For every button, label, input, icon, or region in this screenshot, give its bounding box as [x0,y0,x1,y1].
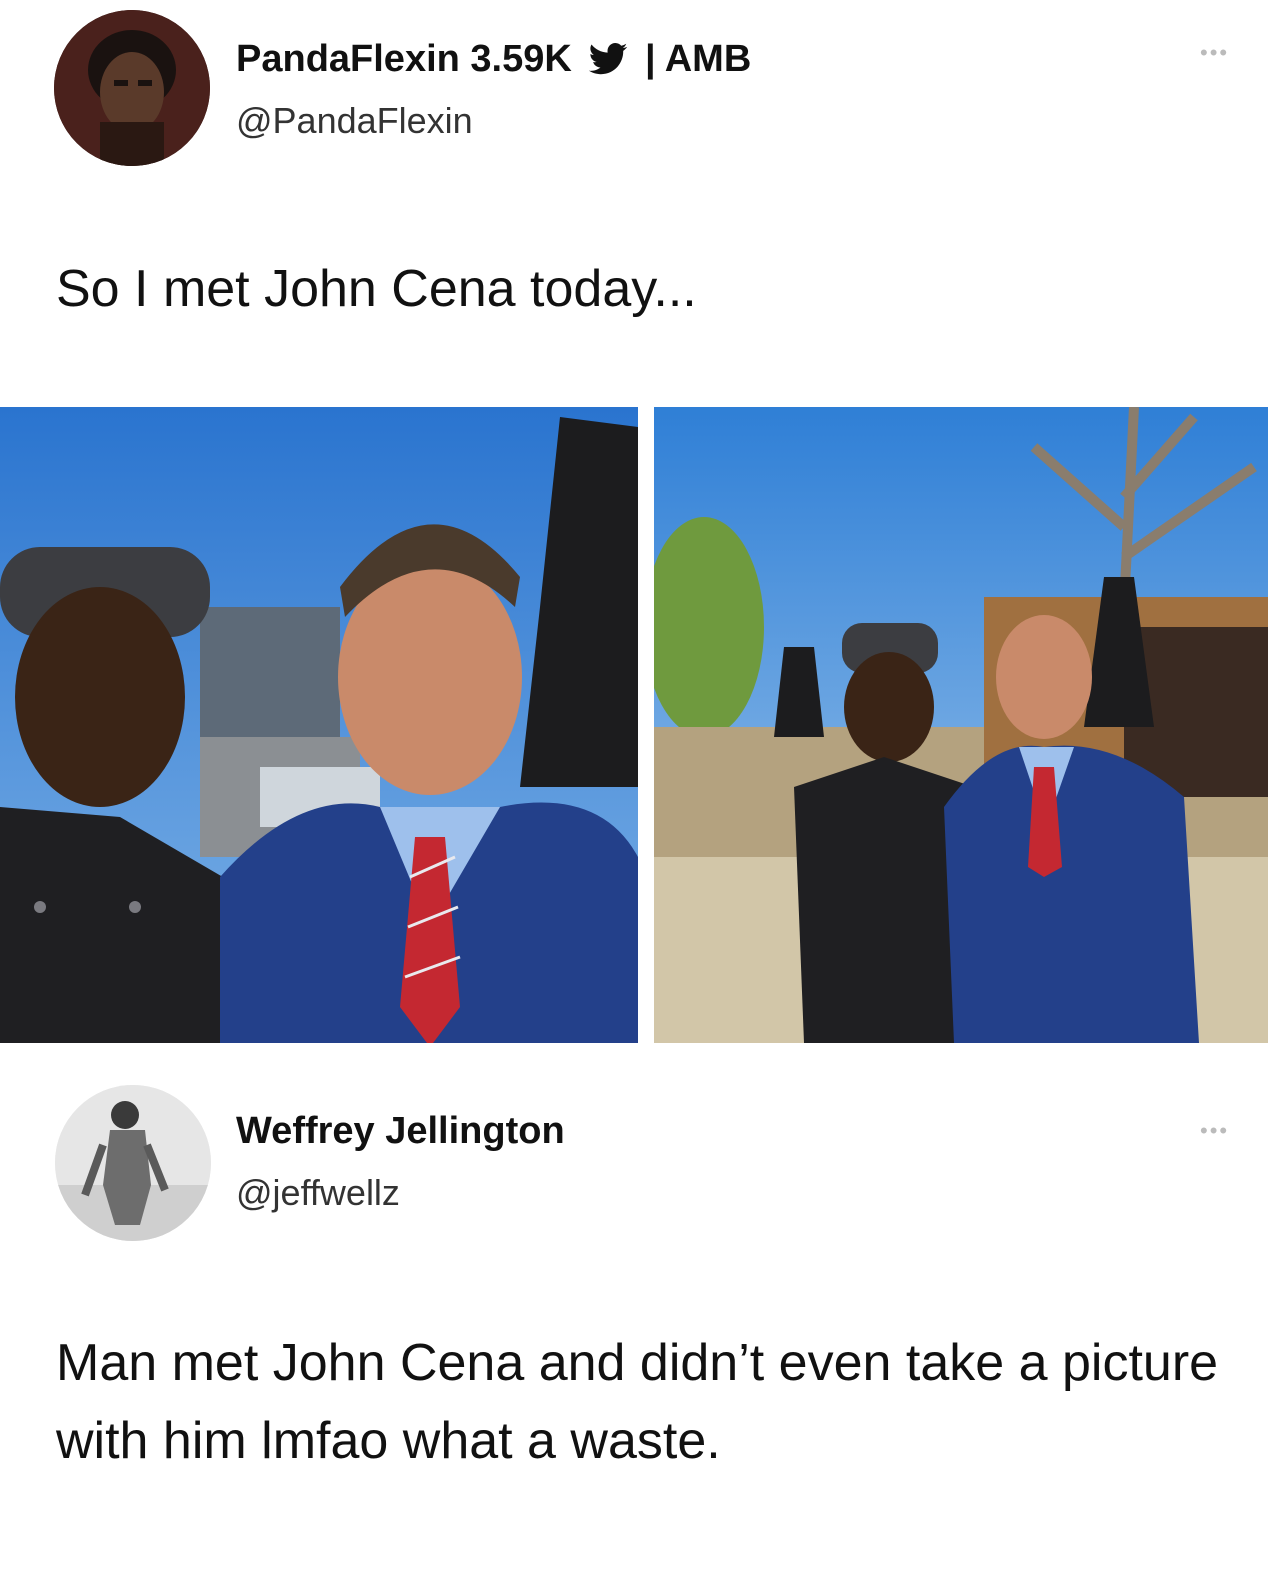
reply-avatar-portrait-icon [55,1085,211,1241]
avatar-portrait-icon [54,10,210,166]
reply-tweet-text: Man met John Cena and didn’t even take a… [56,1334,1219,1470]
display-name[interactable]: PandaFlexin 3.59K | AMB [236,38,751,85]
tweet-photo-closeup[interactable] [0,407,638,1043]
reply-user-handle[interactable]: @jeffwellz [236,1172,400,1214]
original-tweet: PandaFlexin 3.59K | AMB @PandaFlexin •••… [0,0,1284,1070]
twitter-bird-icon [588,42,628,85]
tweet-text: So I met John Cena today... [56,260,697,318]
more-options-icon[interactable]: ••• [1200,40,1229,66]
user-avatar[interactable] [54,10,210,166]
reply-user-avatar[interactable] [55,1085,211,1241]
tweet-photo-fullview[interactable] [654,407,1268,1043]
display-name-text: PandaFlexin 3.59K [236,38,572,80]
display-name-suffix: | AMB [644,38,752,80]
photo-fullview-image [654,407,1268,1043]
user-handle[interactable]: @PandaFlexin [236,100,473,142]
reply-more-options-icon[interactable]: ••• [1200,1118,1229,1144]
photo-closeup-image [0,407,638,1043]
reply-display-name[interactable]: Weffrey Jellington [236,1110,565,1153]
